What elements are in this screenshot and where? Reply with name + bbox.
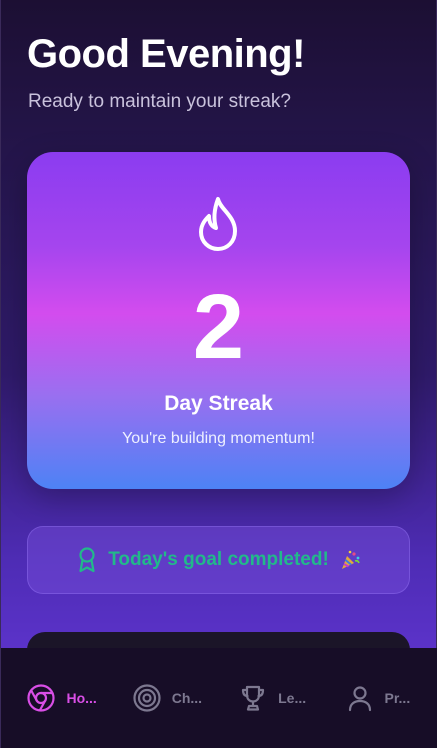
streak-message: You're building momentum! bbox=[122, 430, 315, 447]
nav-item-profile[interactable]: Pr... bbox=[327, 683, 427, 713]
nav-item-home[interactable]: Ho... bbox=[12, 683, 112, 713]
nav-item-challenges[interactable]: Ch... bbox=[117, 683, 217, 713]
goal-banner: Today's goal completed! bbox=[27, 526, 410, 594]
party-popper-icon bbox=[341, 550, 360, 569]
nav-label-leaderboard: Le... bbox=[278, 690, 307, 706]
nav-label-profile: Pr... bbox=[384, 690, 411, 706]
target-icon bbox=[133, 684, 161, 712]
greeting-subtitle: Ready to maintain your streak? bbox=[28, 91, 291, 112]
greeting-title: Good Evening! bbox=[27, 32, 305, 76]
streak-card: 2 Day Streak You're building momentum! bbox=[27, 152, 410, 489]
streak-count: 2 bbox=[192, 276, 245, 378]
nav-label-challenges: Ch... bbox=[171, 690, 203, 706]
app-screen: Good Evening! Ready to maintain your str… bbox=[0, 0, 437, 748]
streak-label: Day Streak bbox=[164, 392, 273, 415]
flame-icon bbox=[199, 197, 237, 251]
bottom-navigation: Ho... Ch... Le... Pr... bbox=[1, 648, 437, 748]
award-icon bbox=[79, 547, 95, 573]
goal-text: Today's goal completed! bbox=[108, 549, 329, 570]
user-icon bbox=[348, 686, 371, 712]
chrome-icon bbox=[27, 684, 56, 712]
nav-label-home: Ho... bbox=[66, 690, 97, 706]
trophy-icon bbox=[242, 685, 265, 711]
nav-item-leaderboard[interactable]: Le... bbox=[222, 683, 322, 713]
